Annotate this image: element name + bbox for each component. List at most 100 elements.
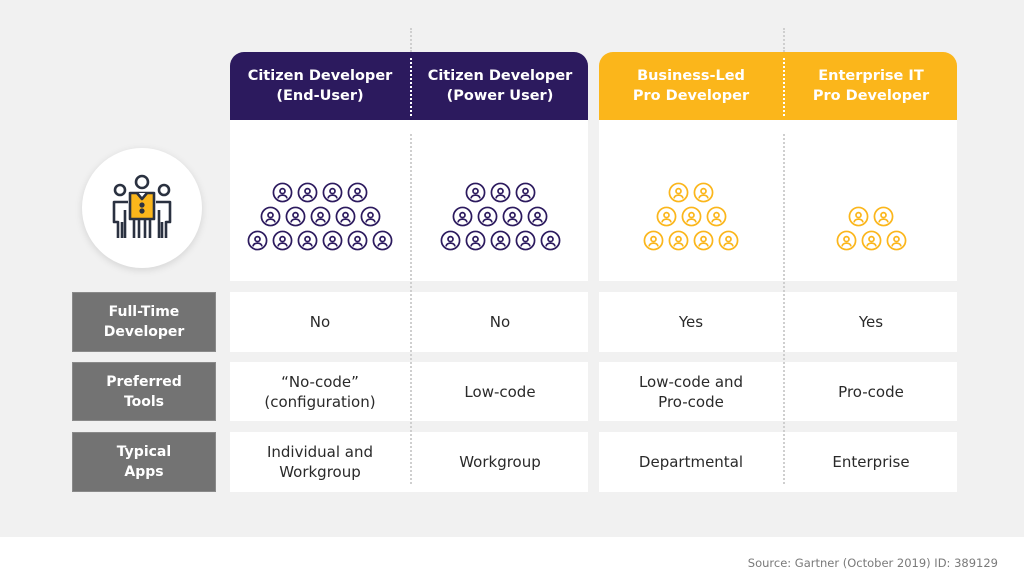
person-circle-icon	[668, 230, 689, 251]
person-icon-cluster	[412, 120, 588, 281]
row-label-line: Developer	[103, 324, 185, 340]
person-circle-icon	[247, 230, 268, 251]
person-circle-icon	[693, 182, 714, 203]
person-circle-icon	[886, 230, 906, 251]
row-label: Full-Time Developer	[72, 292, 216, 352]
cell-line: Low-code	[464, 382, 536, 401]
header-line: Pro Developer	[632, 88, 750, 104]
table-cell: Pro-code	[785, 362, 957, 421]
cell-line: Pro-code	[658, 392, 724, 411]
header-business-led-pro: Business-Led Pro Developer	[599, 52, 783, 120]
person-circle-icon	[718, 230, 739, 251]
header-line: Business-Led	[637, 68, 745, 84]
icon-row	[836, 230, 907, 251]
column-divider	[783, 58, 785, 116]
person-circle-icon	[643, 230, 664, 251]
column-divider	[410, 58, 412, 116]
header-line: Citizen Developer	[247, 68, 393, 84]
person-circle-icon	[440, 230, 460, 251]
table-cell: Low-code	[412, 362, 588, 421]
cell-line: Workgroup	[459, 453, 541, 471]
cell-line: Yes	[678, 313, 704, 331]
header-line: (End-User)	[276, 88, 364, 104]
header-line: Citizen Developer	[427, 68, 573, 84]
table-cell: Individual and Workgroup	[230, 432, 410, 492]
icon-row	[272, 182, 368, 203]
person-circle-icon	[310, 206, 330, 227]
header-line: Enterprise IT	[818, 68, 924, 84]
person-circle-icon	[693, 230, 714, 251]
person-circle-icon	[285, 206, 305, 227]
table-cell: “No-code” (configuration)	[230, 362, 410, 421]
icon-row	[668, 182, 714, 203]
table-cell: Workgroup	[412, 432, 588, 492]
cell-line: Pro-code	[838, 382, 904, 401]
person-circle-icon	[335, 206, 355, 227]
people-icon-badge	[82, 148, 202, 268]
row-label-line: Tools	[123, 393, 165, 410]
person-circle-icon	[347, 230, 368, 251]
person-circle-icon	[322, 182, 343, 203]
table-cell: Enterprise	[785, 432, 957, 492]
column-divider	[410, 134, 412, 484]
table-cell: Low-code and Pro-code	[599, 362, 783, 421]
person-circle-icon	[836, 230, 856, 251]
person-circle-icon	[848, 206, 869, 227]
person-circle-icon	[490, 182, 510, 203]
row-label-line: Full-Time	[108, 304, 180, 320]
person-circle-icon	[668, 182, 689, 203]
table-cell: Departmental	[599, 432, 783, 492]
cell-line: Low-code and	[638, 372, 744, 391]
person-circle-icon	[515, 182, 535, 203]
person-circle-icon	[260, 206, 280, 227]
person-circle-icon	[452, 206, 473, 227]
people-group-icon	[112, 174, 172, 238]
column-divider	[410, 28, 412, 52]
cell-line: No	[309, 313, 331, 331]
cell-line: Yes	[858, 313, 884, 331]
person-circle-icon	[322, 230, 343, 251]
cell-line: Individual and	[266, 443, 374, 461]
table-cell: Yes	[599, 292, 783, 352]
icon-row	[440, 230, 561, 251]
cell-line: Departmental	[638, 453, 744, 471]
person-circle-icon	[360, 206, 380, 227]
row-label: Preferred Tools	[72, 362, 216, 421]
table-cell: No	[412, 292, 588, 352]
icon-row	[247, 230, 393, 251]
person-icon-cluster	[230, 120, 410, 281]
header-line: Pro Developer	[812, 88, 930, 104]
person-circle-icon	[540, 230, 560, 251]
person-circle-icon	[515, 230, 535, 251]
table-cell: Yes	[785, 292, 957, 352]
cell-line: (configuration)	[264, 392, 376, 411]
person-circle-icon	[873, 206, 894, 227]
cell-line: No	[489, 313, 511, 331]
person-icon-cluster	[599, 120, 783, 281]
person-circle-icon	[502, 206, 523, 227]
table-cell: No	[230, 292, 410, 352]
row-label-line: Apps	[124, 464, 164, 480]
column-divider	[783, 134, 785, 484]
cell-line: Enterprise	[832, 453, 910, 471]
header-citizen-end-user: Citizen Developer (End-User)	[230, 52, 410, 120]
person-circle-icon	[347, 182, 368, 203]
person-circle-icon	[272, 230, 293, 251]
icon-row	[656, 206, 727, 227]
row-label-line: Preferred	[106, 373, 182, 390]
row-label-line: Typical	[116, 444, 172, 460]
person-circle-icon	[272, 182, 293, 203]
column-divider	[783, 28, 785, 52]
person-circle-icon	[465, 230, 485, 251]
person-circle-icon	[477, 206, 498, 227]
icon-row	[643, 230, 739, 251]
icon-row	[260, 206, 381, 227]
icon-row	[452, 206, 548, 227]
person-circle-icon	[490, 230, 510, 251]
person-circle-icon	[706, 206, 726, 227]
header-enterprise-it-pro: Enterprise IT Pro Developer	[785, 52, 957, 120]
source-citation: Source: Gartner (October 2019) ID: 38912…	[747, 556, 998, 570]
row-label: Typical Apps	[72, 432, 216, 492]
person-icon-cluster	[785, 120, 957, 281]
person-circle-icon	[681, 206, 701, 227]
